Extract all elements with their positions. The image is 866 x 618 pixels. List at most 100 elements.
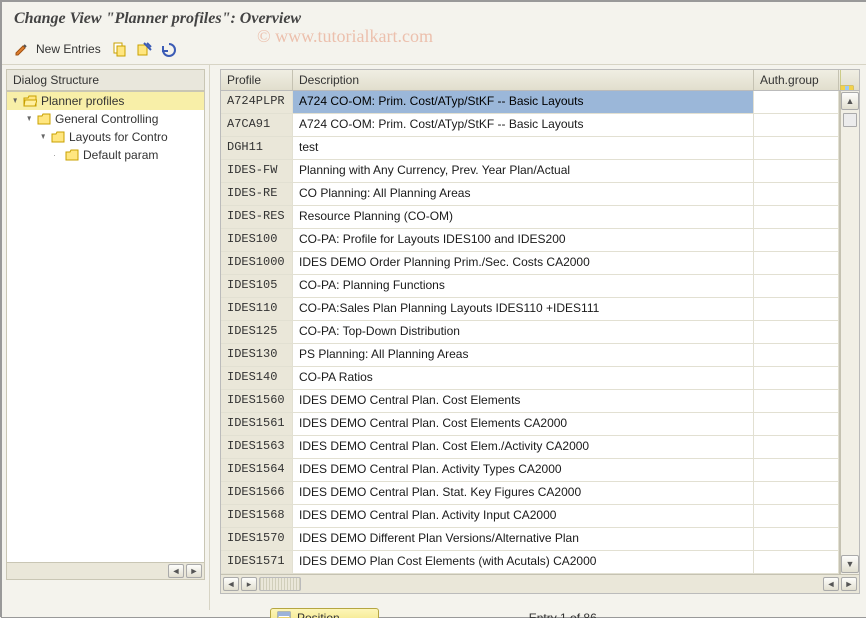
cell-auth-group[interactable] (754, 114, 839, 136)
cell-auth-group[interactable] (754, 275, 839, 297)
cell-profile[interactable]: IDES125 (221, 321, 293, 343)
table-row[interactable]: IDES130PS Planning: All Planning Areas (221, 344, 839, 367)
cell-description[interactable]: IDES DEMO Central Plan. Cost Elements CA… (293, 413, 754, 435)
cell-auth-group[interactable] (754, 137, 839, 159)
cell-profile[interactable]: IDES-FW (221, 160, 293, 182)
cell-profile[interactable]: IDES140 (221, 367, 293, 389)
cell-description[interactable]: IDES DEMO Central Plan. Activity Types C… (293, 459, 754, 481)
cell-description[interactable]: IDES DEMO Central Plan. Activity Input C… (293, 505, 754, 527)
cell-auth-group[interactable] (754, 551, 839, 573)
grid-scroll-left-icon[interactable]: ▸ (241, 577, 257, 591)
table-row[interactable]: IDES1561IDES DEMO Central Plan. Cost Ele… (221, 413, 839, 436)
table-row[interactable]: IDES-FWPlanning with Any Currency, Prev.… (221, 160, 839, 183)
cell-description[interactable]: CO-PA: Planning Functions (293, 275, 754, 297)
table-row[interactable]: IDES1000IDES DEMO Order Planning Prim./S… (221, 252, 839, 275)
delete-icon[interactable] (135, 40, 153, 58)
cell-auth-group[interactable] (754, 482, 839, 504)
scroll-up-icon[interactable]: ▲ (841, 92, 859, 110)
cell-auth-group[interactable] (754, 436, 839, 458)
cell-profile[interactable]: IDES1568 (221, 505, 293, 527)
cell-profile[interactable]: IDES1563 (221, 436, 293, 458)
cell-profile[interactable]: IDES1561 (221, 413, 293, 435)
table-row[interactable]: IDES105CO-PA: Planning Functions (221, 275, 839, 298)
column-header-profile[interactable]: Profile (221, 70, 293, 90)
cell-profile[interactable]: A7CA91 (221, 114, 293, 136)
configure-columns-button[interactable] (839, 70, 859, 90)
cell-description[interactable]: IDES DEMO Plan Cost Elements (with Acuta… (293, 551, 754, 573)
cell-description[interactable]: CO-PA Ratios (293, 367, 754, 389)
table-settings-icon[interactable] (840, 70, 858, 90)
tree-node[interactable]: ·Default param (7, 146, 204, 164)
cell-auth-group[interactable] (754, 344, 839, 366)
scroll-down-icon[interactable]: ▼ (841, 555, 859, 573)
cell-auth-group[interactable] (754, 183, 839, 205)
cell-auth-group[interactable] (754, 206, 839, 228)
cell-auth-group[interactable] (754, 413, 839, 435)
cell-profile[interactable]: IDES100 (221, 229, 293, 251)
cell-profile[interactable]: IDES105 (221, 275, 293, 297)
table-row[interactable]: IDES110CO-PA:Sales Plan Planning Layouts… (221, 298, 839, 321)
cell-description[interactable]: Planning with Any Currency, Prev. Year P… (293, 160, 754, 182)
cell-description[interactable]: CO-PA: Profile for Layouts IDES100 and I… (293, 229, 754, 251)
cell-profile[interactable]: DGH11 (221, 137, 293, 159)
tree-expand-icon[interactable]: ▼ (26, 114, 34, 124)
cell-auth-group[interactable] (754, 459, 839, 481)
cell-description[interactable]: IDES DEMO Order Planning Prim./Sec. Cost… (293, 252, 754, 274)
table-row[interactable]: IDES1560IDES DEMO Central Plan. Cost Ele… (221, 390, 839, 413)
table-row[interactable]: IDES100CO-PA: Profile for Layouts IDES10… (221, 229, 839, 252)
cell-description[interactable]: A724 CO-OM: Prim. Cost/ATyp/StKF -- Basi… (293, 91, 754, 113)
cell-description[interactable]: IDES DEMO Central Plan. Cost Elem./Activ… (293, 436, 754, 458)
cell-profile[interactable]: IDES-RE (221, 183, 293, 205)
column-header-auth-group[interactable]: Auth.group (754, 70, 839, 90)
table-row[interactable]: A724PLPRA724 CO-OM: Prim. Cost/ATyp/StKF… (221, 91, 839, 114)
table-row[interactable]: IDES-RECO Planning: All Planning Areas (221, 183, 839, 206)
cell-description[interactable]: IDES DEMO Central Plan. Cost Elements (293, 390, 754, 412)
table-row[interactable]: IDES1564IDES DEMO Central Plan. Activity… (221, 459, 839, 482)
toggle-display-change-icon[interactable] (12, 40, 30, 58)
grid-scroll-last-icon[interactable]: ► (841, 577, 857, 591)
cell-profile[interactable]: IDES1571 (221, 551, 293, 573)
scroll-thumb[interactable] (843, 113, 857, 127)
grid-scroll-first-icon[interactable]: ◄ (223, 577, 239, 591)
cell-description[interactable]: IDES DEMO Different Plan Versions/Altern… (293, 528, 754, 550)
cell-description[interactable]: test (293, 137, 754, 159)
cell-auth-group[interactable] (754, 390, 839, 412)
table-row[interactable]: DGH11test (221, 137, 839, 160)
cell-auth-group[interactable] (754, 229, 839, 251)
cell-description[interactable]: A724 CO-OM: Prim. Cost/ATyp/StKF -- Basi… (293, 114, 754, 136)
table-row[interactable]: IDES1570IDES DEMO Different Plan Version… (221, 528, 839, 551)
grid-scroll-right-icon[interactable]: ◄ (823, 577, 839, 591)
cell-auth-group[interactable] (754, 505, 839, 527)
cell-auth-group[interactable] (754, 252, 839, 274)
cell-description[interactable]: PS Planning: All Planning Areas (293, 344, 754, 366)
cell-auth-group[interactable] (754, 298, 839, 320)
table-row[interactable]: IDES-RESResource Planning (CO-OM) (221, 206, 839, 229)
tree-scroll-left-icon[interactable]: ◄ (168, 564, 184, 578)
table-row[interactable]: IDES140CO-PA Ratios (221, 367, 839, 390)
tree-expand-icon[interactable]: ▼ (40, 132, 48, 142)
cell-description[interactable]: Resource Planning (CO-OM) (293, 206, 754, 228)
tree-expand-icon[interactable]: ▼ (12, 96, 20, 106)
cell-description[interactable]: CO Planning: All Planning Areas (293, 183, 754, 205)
cell-auth-group[interactable] (754, 160, 839, 182)
table-row[interactable]: IDES125CO-PA: Top-Down Distribution (221, 321, 839, 344)
tree-node[interactable]: ▼General Controlling (7, 110, 204, 128)
column-header-description[interactable]: Description (293, 70, 754, 90)
cell-auth-group[interactable] (754, 367, 839, 389)
table-row[interactable]: A7CA91A724 CO-OM: Prim. Cost/ATyp/StKF -… (221, 114, 839, 137)
new-entries-button[interactable]: New Entries (36, 42, 101, 56)
column-resize-handle[interactable] (259, 577, 301, 591)
cell-description[interactable]: IDES DEMO Central Plan. Stat. Key Figure… (293, 482, 754, 504)
cell-profile[interactable]: IDES-RES (221, 206, 293, 228)
tree-node[interactable]: ▼Layouts for Contro (7, 128, 204, 146)
cell-description[interactable]: CO-PA: Top-Down Distribution (293, 321, 754, 343)
cell-profile[interactable]: IDES1570 (221, 528, 293, 550)
copy-as-icon[interactable] (111, 40, 129, 58)
cell-profile[interactable]: IDES110 (221, 298, 293, 320)
undo-change-icon[interactable] (159, 40, 177, 58)
vertical-scrollbar[interactable]: ▲ ▼ (840, 91, 859, 574)
cell-profile[interactable]: IDES1000 (221, 252, 293, 274)
tree-node[interactable]: ▼Planner profiles (7, 92, 204, 110)
cell-description[interactable]: CO-PA:Sales Plan Planning Layouts IDES11… (293, 298, 754, 320)
table-row[interactable]: IDES1571IDES DEMO Plan Cost Elements (wi… (221, 551, 839, 574)
